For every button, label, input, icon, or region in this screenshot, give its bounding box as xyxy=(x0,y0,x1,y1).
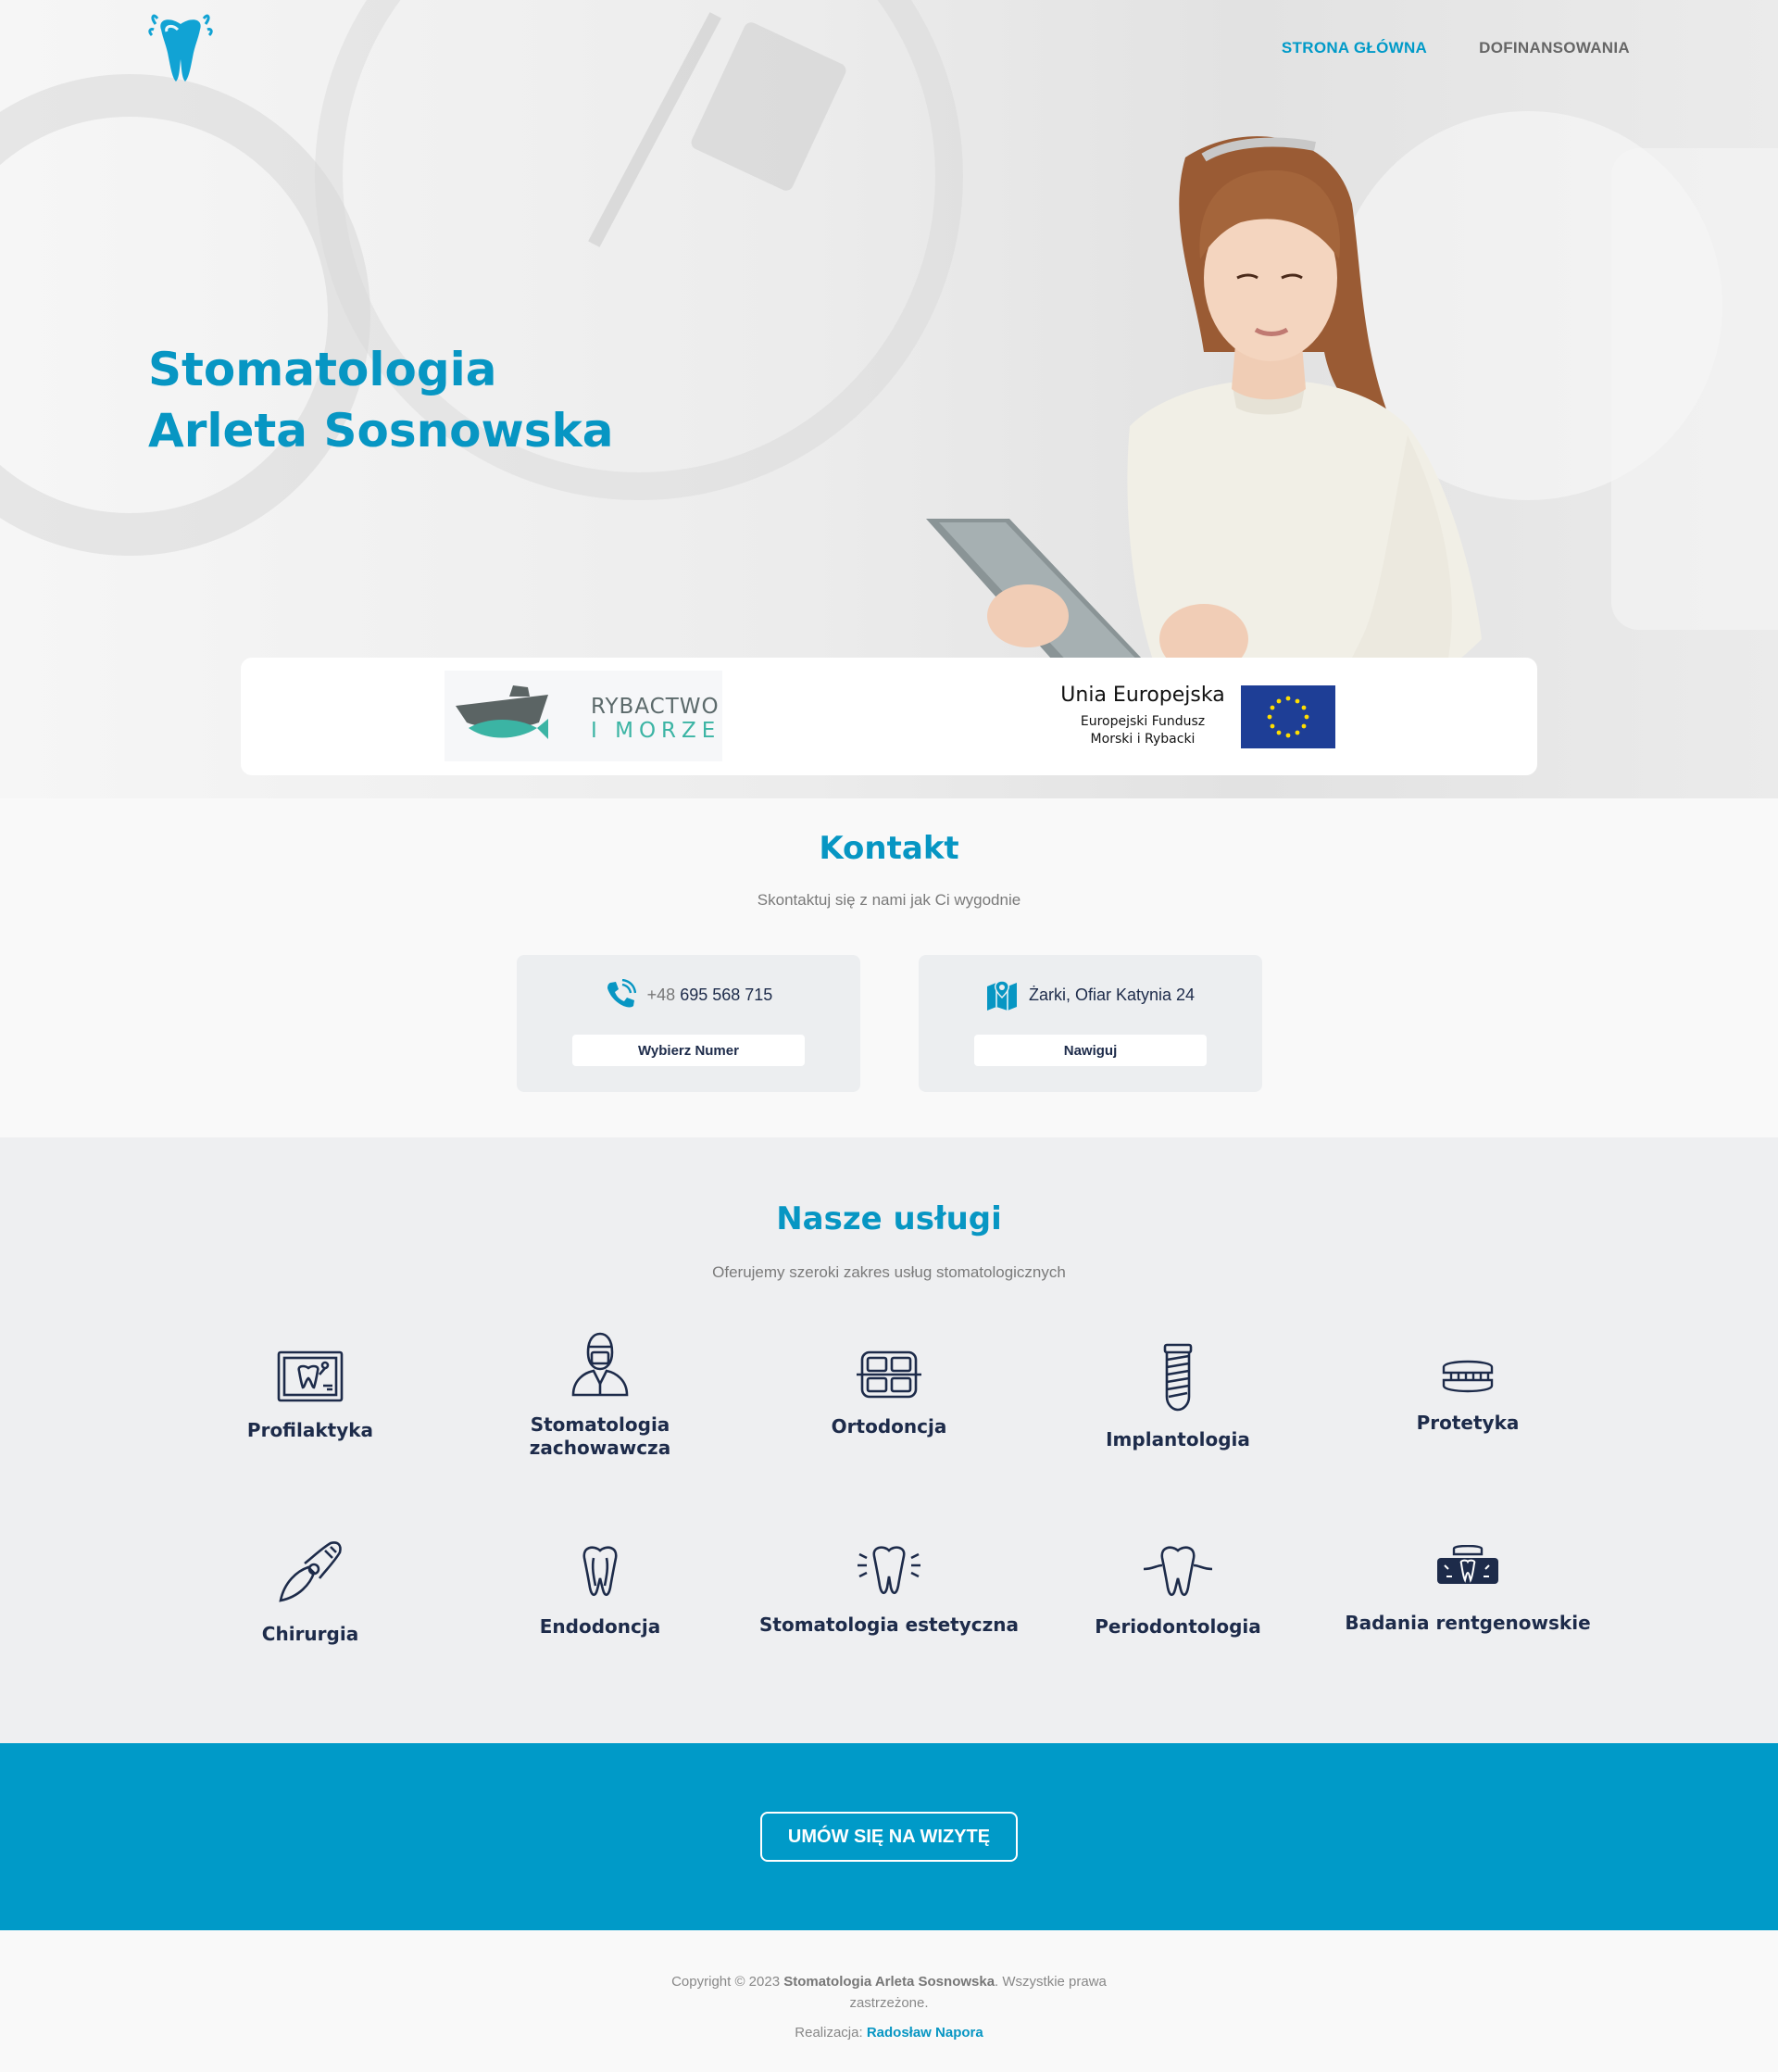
rybactwo-text-line1: RYBACTWO xyxy=(591,695,720,719)
credit-prefix: Realizacja: xyxy=(795,2025,867,2041)
funding-partners-bar: RYBACTWO I MORZE Unia Europejska Europej… xyxy=(241,658,1537,775)
braces-icon xyxy=(857,1350,921,1399)
service-label: Chirurgia xyxy=(261,1623,359,1645)
nav-link-home[interactable]: STRONA GŁÓWNA xyxy=(1282,39,1427,57)
service-label: Badania rentgenowskie xyxy=(1345,1612,1591,1634)
hero-title-line2: Arleta Sosnowska xyxy=(148,404,614,458)
call-button[interactable]: Wybierz Numer xyxy=(572,1035,805,1066)
main-nav: STRONA GŁÓWNA DOFINANSOWANIA xyxy=(1282,39,1630,57)
service-label-line2: zachowawcza xyxy=(529,1437,671,1459)
eu-title: Unia Europejska xyxy=(1060,684,1225,707)
denture-icon xyxy=(1442,1360,1494,1393)
credit-author-link[interactable]: Radosław Napora xyxy=(867,2025,983,2041)
phone-prefix: +48 xyxy=(646,985,676,1004)
navigate-button[interactable]: Nawiguj xyxy=(974,1035,1207,1066)
service-label: Stomatologia zachowawcza xyxy=(456,1413,745,1460)
address-card: Żarki, Ofiar Katynia 24 Nawiguj xyxy=(919,955,1262,1092)
implant-icon xyxy=(1163,1343,1193,1412)
phone-card: +48 695 568 715 Wybierz Numer xyxy=(517,955,860,1092)
cta-section: UMÓW SIĘ NA WIZYTĘ xyxy=(0,1743,1778,1930)
book-visit-button[interactable]: UMÓW SIĘ NA WIZYTĘ xyxy=(760,1812,1018,1862)
service-item-chirurgia[interactable]: Chirurgia xyxy=(166,1539,455,1646)
service-item-profilaktyka[interactable]: Profilaktyka xyxy=(166,1350,455,1442)
xray-board-icon xyxy=(277,1350,344,1402)
tooth-logo-icon[interactable] xyxy=(148,13,213,85)
copyright-name: Stomatologia Arleta Sosnowska xyxy=(783,1974,995,1990)
credit-text: Realizacja: Radosław Napora xyxy=(0,2025,1778,2041)
rybactwo-text-line2: I MORZE xyxy=(591,719,721,743)
eu-fund-logo: Unia Europejska Europejski Fundusz Morsk… xyxy=(1059,684,1337,750)
service-label: Ortodoncja xyxy=(831,1415,947,1438)
contact-title: Kontakt xyxy=(819,830,959,867)
bg-shape xyxy=(1611,148,1778,630)
gum-tooth-icon xyxy=(1144,1546,1212,1597)
service-label: Profilaktyka xyxy=(246,1419,374,1441)
hero-section: STRONA GŁÓWNA DOFINANSOWANIA Stomatologi… xyxy=(0,0,1778,798)
phone-number: 695 568 715 xyxy=(680,985,773,1004)
hero-title: Stomatologia Arleta Sosnowska xyxy=(148,339,613,461)
service-label: Periodontologia xyxy=(1095,1615,1261,1638)
service-item-zachowawcza[interactable]: Stomatologia zachowawcza xyxy=(456,1330,745,1460)
service-item-periodontologia[interactable]: Periodontologia xyxy=(1033,1545,1322,1639)
forceps-icon xyxy=(279,1541,342,1602)
eu-subtitle: Europejski Fundusz Morski i Rybacki xyxy=(1059,713,1226,748)
copyright-prefix: Copyright © 2023 xyxy=(671,1974,784,1990)
services-title: Nasze usługi xyxy=(776,1200,1002,1237)
panoramic-xray-icon xyxy=(1437,1545,1498,1584)
nav-link-funding[interactable]: DOFINANSOWANIA xyxy=(1479,39,1630,57)
eu-flag-icon xyxy=(1241,685,1335,748)
eu-sub-line1: Europejski Fundusz xyxy=(1080,714,1206,729)
service-item-rentgen[interactable]: Badania rentgenowskie xyxy=(1323,1545,1612,1635)
bg-shape xyxy=(0,74,370,556)
service-label: Endodoncja xyxy=(539,1615,661,1638)
service-item-estetyczna[interactable]: Stomatologia estetyczna xyxy=(745,1545,1033,1637)
map-pin-icon xyxy=(986,980,1017,1011)
service-item-protetyka[interactable]: Protetyka xyxy=(1323,1358,1612,1435)
tooth-root-icon xyxy=(582,1546,618,1597)
phone-icon xyxy=(607,979,636,1008)
service-label: Implantologia xyxy=(1106,1428,1250,1450)
service-label-line1: Stomatologia xyxy=(530,1413,670,1436)
service-item-endodoncja[interactable]: Endodoncja xyxy=(456,1545,745,1639)
dentist-icon xyxy=(571,1332,629,1397)
shiny-tooth-icon xyxy=(858,1546,920,1595)
fish-boat-icon xyxy=(456,685,548,739)
service-item-ortodoncja[interactable]: Ortodoncja xyxy=(745,1350,1033,1438)
address-text: Żarki, Ofiar Katynia 24 xyxy=(1028,985,1196,1004)
hero-title-line1: Stomatologia xyxy=(148,343,497,396)
eu-sub-line2: Morski i Rybacki xyxy=(1090,732,1196,747)
services-subtitle: Oferujemy szeroki zakres usług stomatolo… xyxy=(712,1263,1066,1281)
phone-text[interactable]: +48 695 568 715 xyxy=(647,986,773,1005)
contact-subtitle: Skontaktuj się z nami jak Ci wygodnie xyxy=(757,891,1021,909)
service-label: Stomatologia estetyczna xyxy=(759,1614,1019,1636)
copyright-text: Copyright © 2023 Stomatologia Arleta Sos… xyxy=(657,1971,1121,2014)
service-label: Protetyka xyxy=(1416,1412,1520,1434)
service-item-implantologia[interactable]: Implantologia xyxy=(1033,1343,1322,1451)
services-section: Nasze usługi Oferujemy szeroki zakres us… xyxy=(0,1137,1778,1743)
footer: Copyright © 2023 Stomatologia Arleta Sos… xyxy=(0,1930,1778,2072)
contact-section: Kontakt Skontaktuj się z nami jak Ci wyg… xyxy=(0,798,1778,1137)
